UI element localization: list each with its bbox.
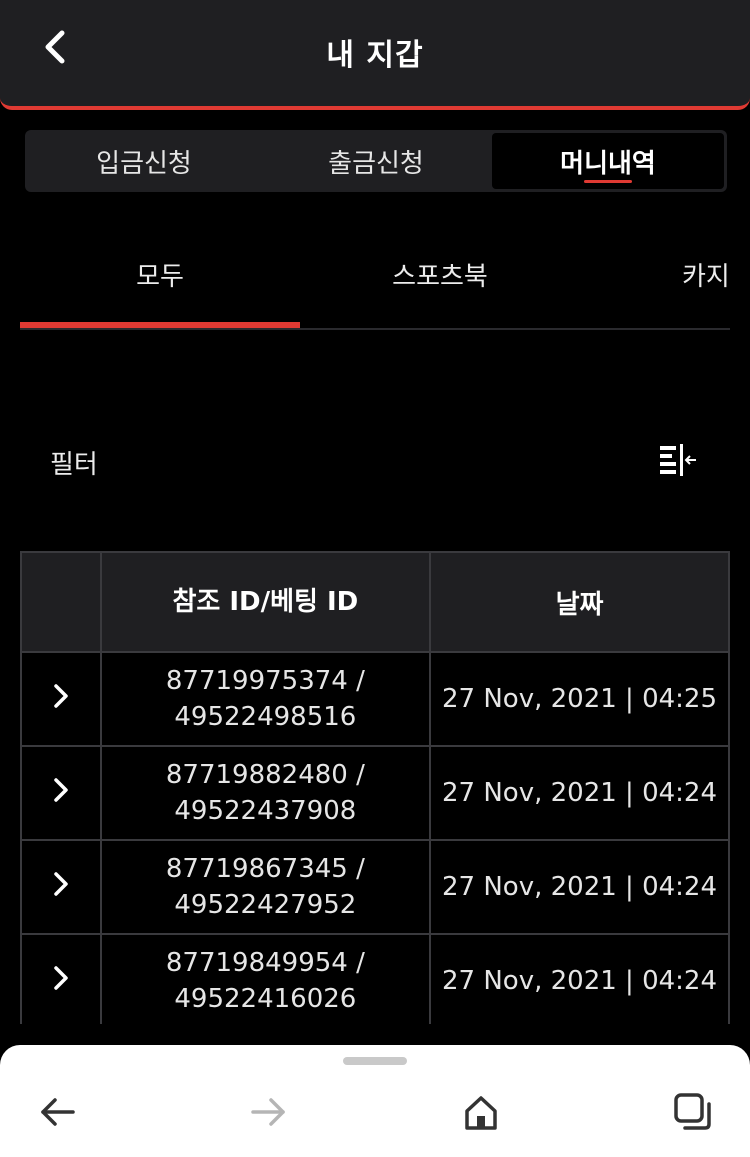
- wallet-segment-control: 입금신청 출금신청 머니내역: [25, 130, 727, 192]
- subtab-all[interactable]: 모두: [20, 240, 300, 328]
- scroll-fade: [0, 1024, 750, 1046]
- table-row[interactable]: 87719867345 /49522427952 27 Nov, 2021 | …: [20, 839, 730, 935]
- history-table: 참조 ID/베팅 ID 날짜 87719975374 /49522498516 …: [20, 551, 730, 1029]
- tab-withdraw-request[interactable]: 출금신청: [260, 133, 492, 189]
- header-ref-id: 참조 ID/베팅 ID: [99, 551, 432, 653]
- subtab-casino[interactable]: 카지: [670, 240, 730, 328]
- row-date: 27 Nov, 2021 | 04:24: [429, 933, 730, 1029]
- table-header-row: 참조 ID/베팅 ID 날짜: [20, 551, 730, 653]
- expand-row-button[interactable]: [20, 839, 102, 935]
- table-row[interactable]: 87719849954 /49522416026 27 Nov, 2021 | …: [20, 933, 730, 1029]
- row-date: 27 Nov, 2021 | 04:25: [429, 651, 730, 747]
- tab-deposit-request[interactable]: 입금신청: [28, 133, 260, 189]
- expand-row-button[interactable]: [20, 933, 102, 1029]
- home-icon: [465, 1096, 497, 1130]
- expand-row-button[interactable]: [20, 651, 102, 747]
- header-date: 날짜: [429, 551, 730, 653]
- table-row[interactable]: 87719975374 /49522498516 27 Nov, 2021 | …: [20, 651, 730, 747]
- active-tab-indicator: [584, 180, 632, 183]
- browser-bottom-bar: [0, 1045, 750, 1157]
- ref-bet-id: 87719975374 /49522498516: [99, 651, 432, 747]
- expand-row-button[interactable]: [20, 745, 102, 841]
- ref-bet-id: 87719867345 /49522427952: [99, 839, 432, 935]
- forward-arrow-icon: [251, 1098, 285, 1126]
- row-date: 27 Nov, 2021 | 04:24: [429, 839, 730, 935]
- ref-bet-id: 87719849954 /49522416026: [99, 933, 432, 1029]
- ref-bet-id: 87719882480 /49522437908: [99, 745, 432, 841]
- chevron-right-icon: [54, 683, 68, 708]
- page-title: 내 지갑: [326, 38, 424, 73]
- tabs-icon: [674, 1093, 711, 1130]
- active-subtab-indicator: [20, 322, 300, 328]
- app-header: 내 지갑: [0, 0, 750, 110]
- chevron-right-icon: [54, 777, 68, 802]
- drag-handle[interactable]: [343, 1057, 407, 1065]
- filter-collapse-icon: [660, 444, 696, 476]
- filter-toggle-button[interactable]: [656, 440, 700, 480]
- table-row[interactable]: 87719882480 /49522437908 27 Nov, 2021 | …: [20, 745, 730, 841]
- browser-home-button[interactable]: [456, 1087, 506, 1137]
- filter-row: 필터: [50, 440, 700, 484]
- browser-forward-button[interactable]: [244, 1087, 294, 1137]
- subtab-sportsbook[interactable]: 스포츠북: [300, 240, 580, 328]
- category-tabs: 모두 스포츠북 카지: [20, 240, 730, 330]
- browser-tabs-button[interactable]: [668, 1087, 718, 1137]
- header-expand-col: [20, 551, 102, 653]
- tab-money-history[interactable]: 머니내역: [492, 133, 724, 189]
- chevron-right-icon: [54, 965, 68, 990]
- browser-back-button[interactable]: [32, 1087, 82, 1137]
- chevron-right-icon: [54, 871, 68, 896]
- filter-label: 필터: [50, 450, 98, 480]
- back-arrow-icon: [41, 1098, 75, 1126]
- row-date: 27 Nov, 2021 | 04:24: [429, 745, 730, 841]
